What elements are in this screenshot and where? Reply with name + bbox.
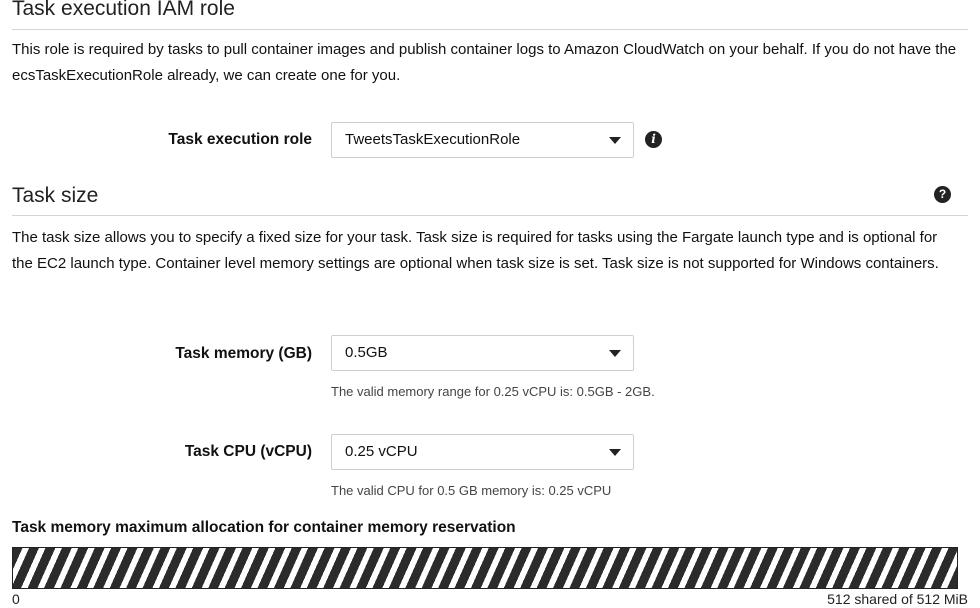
chevron-down-icon (609, 449, 621, 456)
task-execution-role-value: TweetsTaskExecutionRole (345, 131, 521, 148)
iam-section-description: This role is required by tasks to pull c… (12, 41, 957, 84)
iam-section-title: Task execution IAM role (12, 0, 235, 20)
task-cpu-help: The valid CPU for 0.5 GB memory is: 0.25… (331, 483, 612, 498)
task-size-description: The task size allows you to specify a fi… (12, 229, 939, 272)
task-execution-role-label: Task execution role (168, 131, 312, 148)
task-memory-value: 0.5GB (345, 344, 388, 361)
task-memory-help: The valid memory range for 0.25 vCPU is:… (331, 384, 655, 399)
task-size-divider (12, 215, 968, 216)
task-cpu-label: Task CPU (vCPU) (184, 443, 312, 460)
task-cpu-select[interactable]: 0.25 vCPU (331, 434, 634, 470)
task-definition-form: Task execution IAM role This role is req… (0, 0, 980, 608)
memory-allocation-bar (12, 547, 958, 589)
memory-allocation-max-label: 512 shared of 512 MiB (827, 591, 968, 607)
task-cpu-value: 0.25 vCPU (345, 443, 418, 460)
memory-allocation-min-label: 0 (12, 591, 20, 607)
task-memory-select[interactable]: 0.5GB (331, 335, 634, 371)
info-icon[interactable]: i (645, 131, 662, 148)
memory-allocation-title: Task memory maximum allocation for conta… (12, 519, 516, 536)
iam-section-divider (12, 29, 968, 30)
question-circle-icon[interactable]: ? (934, 186, 951, 203)
task-execution-role-select[interactable]: TweetsTaskExecutionRole (331, 122, 634, 158)
chevron-down-icon (609, 350, 621, 357)
task-size-title: Task size (12, 184, 99, 207)
task-memory-label: Task memory (GB) (175, 345, 312, 362)
chevron-down-icon (609, 137, 621, 144)
